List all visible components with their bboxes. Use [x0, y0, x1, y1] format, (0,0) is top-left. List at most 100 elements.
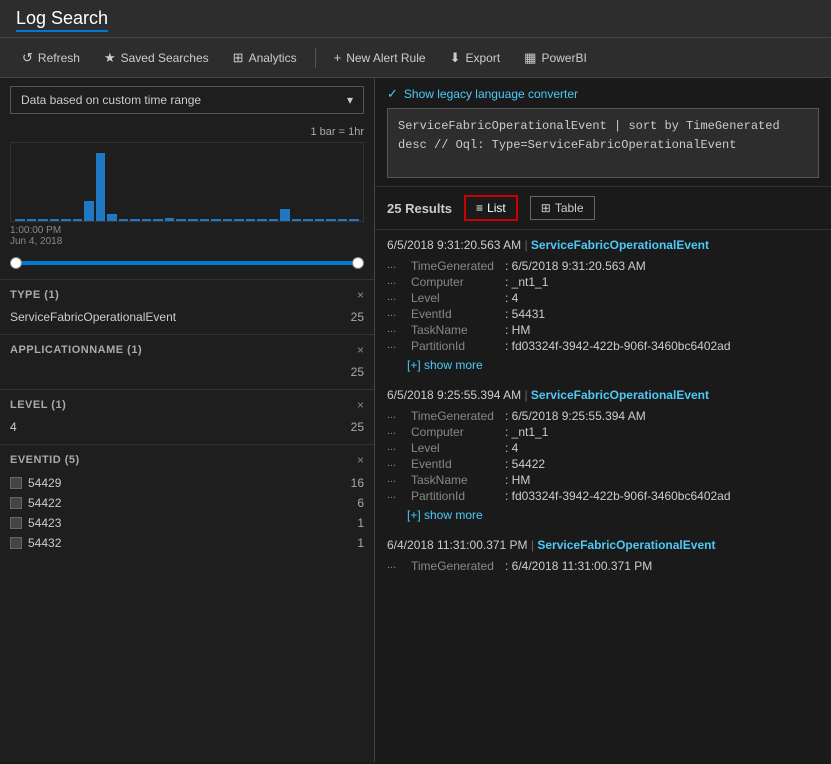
show-more-button[interactable]: [+] show more — [387, 358, 819, 372]
chart-bar — [292, 219, 302, 221]
plus-icon: + — [334, 50, 342, 65]
result-event-type: ServiceFabricOperationalEvent — [531, 388, 709, 402]
chart-bar — [153, 219, 163, 221]
chart-bar — [338, 219, 348, 221]
result-expand-button[interactable]: ... — [387, 275, 407, 287]
result-item-header: 6/5/2018 9:25:55.394 AM | ServiceFabricO… — [387, 388, 819, 402]
filter-row-check[interactable]: 5442916 — [10, 473, 364, 493]
result-expand-button[interactable]: ... — [387, 259, 407, 271]
result-field-value: : 6/4/2018 11:31:00.371 PM — [505, 559, 652, 573]
result-field: ...Computer: _nt1_1 — [387, 424, 819, 440]
result-expand-button[interactable]: ... — [387, 489, 407, 501]
filter-close-type[interactable]: × — [357, 288, 364, 302]
export-button[interactable]: ⬇ Export — [440, 44, 511, 72]
filter-row-check[interactable]: 544226 — [10, 493, 364, 513]
results-toolbar: 25 Results ≡ List ⊞ Table — [375, 187, 831, 230]
result-expand-button[interactable]: ... — [387, 339, 407, 351]
chart-bar — [119, 219, 129, 221]
filter-header-applicationname: APPLICATIONNAME (1)× — [10, 343, 364, 357]
refresh-button[interactable]: ↺ Refresh — [12, 44, 90, 72]
checkmark-icon: ✓ — [387, 86, 398, 102]
result-field: ...Level: 4 — [387, 440, 819, 456]
result-expand-button[interactable]: ... — [387, 425, 407, 437]
chart-bar — [38, 219, 48, 221]
result-expand-button[interactable]: ... — [387, 307, 407, 319]
filter-row-check[interactable]: 54432 1 — [10, 533, 364, 553]
chart-info: 1 bar = 1hr — [10, 126, 364, 138]
title-bar: Log Search — [0, 0, 831, 38]
result-field-value: : 54422 — [505, 457, 545, 471]
result-expand-button[interactable]: ... — [387, 559, 407, 571]
filter-sections: TYPE (1)×ServiceFabricOperationalEvent25… — [0, 279, 374, 561]
slider-track[interactable] — [10, 261, 364, 265]
filter-row-check[interactable]: 544231 — [10, 513, 364, 533]
filter-count: 25 — [351, 365, 364, 379]
new-alert-rule-button[interactable]: + New Alert Rule — [324, 44, 436, 71]
filter-value: 54429 — [28, 476, 61, 490]
analytics-button[interactable]: ⊞ Analytics — [223, 44, 307, 72]
filter-value: 54432 — [28, 536, 61, 550]
query-box[interactable]: ServiceFabricOperationalEvent | sort by … — [387, 108, 819, 178]
result-field-value: : 54431 — [505, 307, 545, 321]
page-title: Log Search — [16, 8, 108, 29]
download-icon: ⬇ — [450, 50, 461, 66]
result-expand-button[interactable]: ... — [387, 441, 407, 453]
result-expand-button[interactable]: ... — [387, 457, 407, 469]
analytics-label: Analytics — [249, 51, 297, 65]
result-field-name: TimeGenerated — [411, 409, 501, 423]
powerbi-button[interactable]: ▦ PowerBI — [514, 44, 597, 72]
filter-checkbox[interactable] — [10, 537, 22, 549]
left-panel: Data based on custom time range ▾ 1 bar … — [0, 78, 375, 762]
powerbi-icon: ▦ — [524, 50, 536, 66]
filter-close-level[interactable]: × — [357, 398, 364, 412]
chart-bar — [234, 219, 244, 221]
result-field: ...PartitionId: fd03324f-3942-422b-906f-… — [387, 488, 819, 504]
filter-checkbox[interactable] — [10, 477, 22, 489]
filter-close-applicationname[interactable]: × — [357, 343, 364, 357]
result-timestamp: 6/5/2018 9:31:20.563 AM — [387, 238, 521, 252]
saved-searches-button[interactable]: ★ Saved Searches — [94, 44, 219, 72]
filter-checkbox[interactable] — [10, 517, 22, 529]
slider-thumb-left[interactable] — [10, 257, 22, 269]
refresh-label: Refresh — [38, 51, 80, 65]
table-view-button[interactable]: ⊞ Table — [530, 196, 595, 220]
result-expand-button[interactable]: ... — [387, 409, 407, 421]
result-field-value: : HM — [505, 473, 530, 487]
result-field-name: PartitionId — [411, 489, 501, 503]
result-field-value: : HM — [505, 323, 530, 337]
chart-bar — [61, 219, 71, 221]
right-panel: ✓ Show legacy language converter Service… — [375, 78, 831, 762]
filter-header-eventid: EVENTID (5)× — [10, 453, 364, 467]
result-item: 6/4/2018 11:31:00.371 PM | ServiceFabric… — [387, 538, 819, 574]
filter-count: 1 — [357, 516, 364, 530]
result-expand-button[interactable]: ... — [387, 323, 407, 335]
show-more-button[interactable]: [+] show more — [387, 508, 819, 522]
filter-header-level: LEVEL (1) × — [10, 398, 364, 412]
chart-bar — [27, 219, 37, 221]
result-field: ...EventId: 54422 — [387, 456, 819, 472]
result-field-name: Level — [411, 291, 501, 305]
result-expand-button[interactable]: ... — [387, 473, 407, 485]
result-expand-button[interactable]: ... — [387, 291, 407, 303]
show-legacy-toggle[interactable]: ✓ Show legacy language converter — [387, 86, 819, 102]
time-range-select[interactable]: Data based on custom time range ▾ — [10, 86, 364, 114]
chart-bar — [188, 219, 198, 221]
filter-count: 25 — [351, 310, 364, 324]
slider-row — [0, 251, 374, 279]
filter-title-level: LEVEL (1) — [10, 399, 66, 411]
chart-bar — [165, 218, 175, 221]
result-field: ...TimeGenerated: 6/4/2018 11:31:00.371 … — [387, 558, 819, 574]
slider-thumb-right[interactable] — [352, 257, 364, 269]
filter-checkbox[interactable] — [10, 497, 22, 509]
chart-bar — [73, 219, 83, 221]
filter-section-type: TYPE (1)×ServiceFabricOperationalEvent25 — [0, 279, 374, 334]
refresh-icon: ↺ — [22, 50, 33, 66]
result-field-name: TaskName — [411, 473, 501, 487]
result-item-header: 6/5/2018 9:31:20.563 AM | ServiceFabricO… — [387, 238, 819, 252]
result-field-value: : 6/5/2018 9:25:55.394 AM — [505, 409, 646, 423]
pipe: | — [524, 238, 527, 252]
filter-close-eventid[interactable]: × — [357, 453, 364, 467]
chart-bar — [176, 219, 186, 221]
filter-count: 1 — [357, 536, 364, 550]
list-view-button[interactable]: ≡ List — [464, 195, 518, 221]
